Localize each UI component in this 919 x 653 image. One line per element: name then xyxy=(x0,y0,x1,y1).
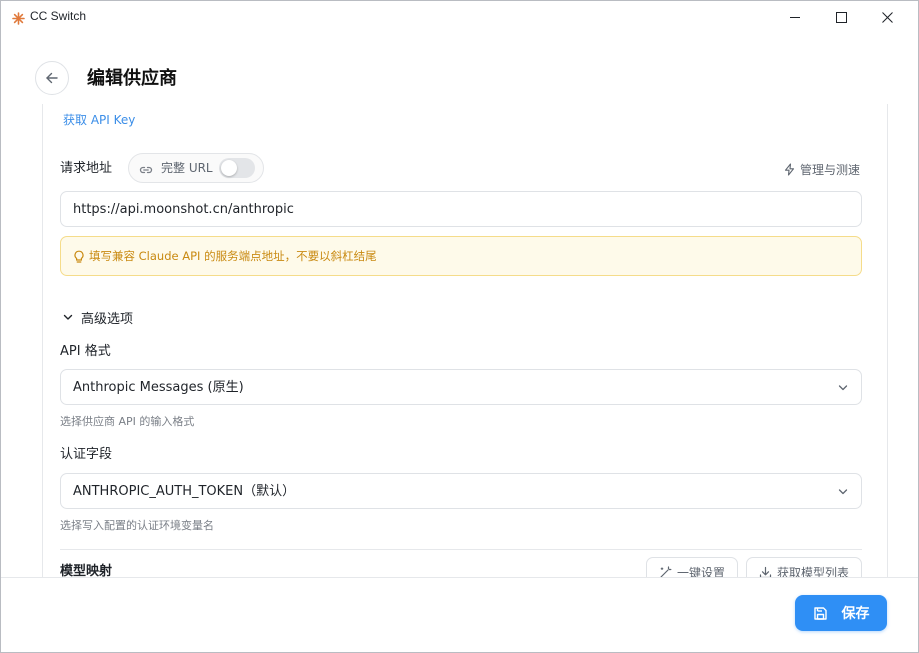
auth-field-value: ANTHROPIC_AUTH_TOKEN（默认） xyxy=(73,484,296,499)
page-title: 编辑供应商 xyxy=(87,68,177,89)
section-divider xyxy=(60,549,862,550)
app-window: CC Switch 编辑供应商 获取 API Key 请求地址 完整 URL 管… xyxy=(0,0,919,653)
full-url-label: 完整 URL xyxy=(161,161,213,175)
api-format-hint: 选择供应商 API 的输入格式 xyxy=(60,415,195,428)
back-button[interactable] xyxy=(35,61,69,95)
maximize-button[interactable] xyxy=(818,1,864,33)
save-button[interactable]: 保存 xyxy=(795,595,887,631)
full-url-switch[interactable] xyxy=(219,158,255,178)
request-url-value: https://api.moonshot.cn/anthropic xyxy=(73,202,294,217)
advanced-options-toggle[interactable]: 高级选项 xyxy=(62,307,133,327)
minimize-button[interactable] xyxy=(772,1,818,33)
arrow-left-icon xyxy=(46,72,58,84)
advanced-options-label: 高级选项 xyxy=(81,311,134,327)
switch-knob xyxy=(221,160,237,176)
close-icon xyxy=(881,11,893,23)
auth-field-select[interactable]: ANTHROPIC_AUTH_TOKEN（默认） xyxy=(60,473,862,509)
request-url-input[interactable]: https://api.moonshot.cn/anthropic xyxy=(60,191,862,227)
link-icon xyxy=(139,162,153,181)
api-format-value: Anthropic Messages (原生) xyxy=(73,380,244,395)
lightning-icon xyxy=(784,162,795,176)
request-url-hint: 填写兼容 Claude API 的服务端点地址，不要以斜杠结尾 xyxy=(89,249,377,263)
request-url-label: 请求地址 xyxy=(60,161,113,176)
close-button[interactable] xyxy=(864,1,910,33)
get-api-key-link[interactable]: 获取 API Key xyxy=(63,112,135,128)
chevron-down-icon xyxy=(63,314,73,320)
footer-bar: 保存 xyxy=(1,577,918,652)
lightbulb-icon xyxy=(73,249,85,268)
manage-label: 管理与测速 xyxy=(800,162,861,177)
title-bar: CC Switch xyxy=(1,1,918,33)
auth-field-label: 认证字段 xyxy=(60,447,113,462)
app-logo-icon xyxy=(12,10,25,25)
full-url-toggle[interactable]: 完整 URL xyxy=(128,153,264,183)
api-format-label: API 格式 xyxy=(60,344,111,359)
save-icon xyxy=(813,606,827,620)
maximize-icon xyxy=(835,11,847,23)
api-format-select[interactable]: Anthropic Messages (原生) xyxy=(60,369,862,405)
minimize-icon xyxy=(789,16,800,18)
auth-field-hint: 选择写入配置的认证环境变量名 xyxy=(60,519,214,532)
chevron-down-icon xyxy=(838,385,848,391)
chevron-down-icon xyxy=(838,489,848,495)
save-label: 保存 xyxy=(841,606,870,622)
request-url-hint-box: 填写兼容 Claude API 的服务端点地址，不要以斜杠结尾 xyxy=(60,236,862,276)
manage-and-speedtest-button[interactable]: 管理与测速 xyxy=(783,160,860,178)
window-title: CC Switch xyxy=(30,9,87,23)
